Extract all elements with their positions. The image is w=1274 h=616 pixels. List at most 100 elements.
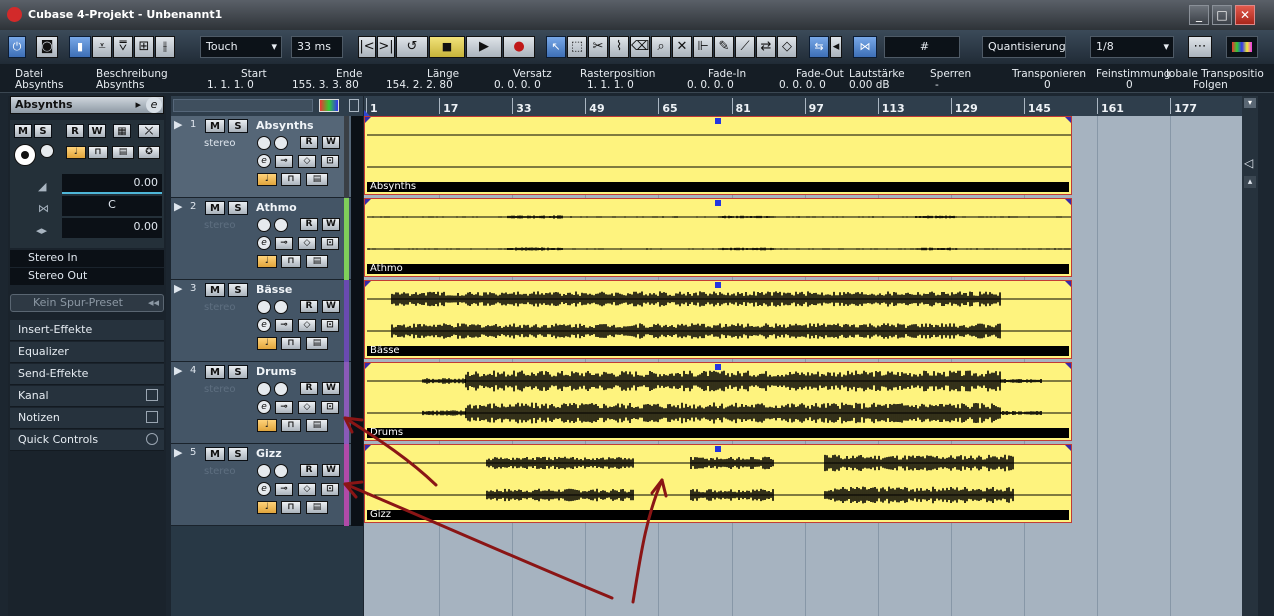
fade-out-handle[interactable] (1065, 199, 1071, 205)
track-name[interactable]: Gizz (256, 447, 282, 460)
track-read-button[interactable]: R (300, 382, 318, 395)
track-solo-button[interactable]: S (228, 365, 248, 379)
section-notes[interactable]: Notizen (10, 408, 164, 429)
info-value[interactable]: 0. 0. 0. 0 (779, 79, 826, 91)
arrange-window[interactable]: Absynths Athmo Bässe Drums Gizz (364, 116, 1242, 616)
record-button[interactable]: ● (503, 36, 535, 58)
latency-field[interactable]: 33 ms (291, 36, 343, 58)
track-write-button[interactable]: W (322, 300, 340, 313)
audio-event[interactable]: Bässe (364, 280, 1072, 359)
track-write-button[interactable]: W (322, 136, 340, 149)
track-color-strip[interactable] (344, 280, 349, 362)
info-value[interactable]: 0. 0. 0. 0 (494, 79, 541, 91)
time-base-button[interactable]: ♩ (66, 146, 86, 159)
stop-button[interactable]: ■ (429, 36, 465, 58)
pool-button[interactable]: ⊞ (134, 36, 154, 58)
fade-out-handle[interactable] (1065, 281, 1071, 287)
section-equalizer[interactable]: Equalizer (10, 342, 164, 363)
track-solo-button[interactable]: S (228, 119, 248, 133)
inspector-write-button[interactable]: W (88, 124, 106, 138)
track-monitor-button[interactable] (274, 300, 288, 314)
track-send-bypass-button[interactable]: ⊡ (321, 483, 339, 496)
info-value[interactable]: 154. 2. 2. 80 (386, 79, 453, 91)
fade-out-handle[interactable] (1065, 445, 1071, 451)
track-lane-button[interactable]: ▤ (306, 501, 328, 514)
track-record-enable-button[interactable] (257, 136, 271, 150)
pan-field[interactable]: C (62, 196, 162, 216)
track-timebase-button[interactable]: ♩ (257, 255, 277, 268)
expand-icon[interactable]: ▶ (174, 446, 182, 459)
track-solo-button[interactable]: S (228, 201, 248, 215)
cycle-button[interactable]: ↺ (396, 36, 428, 58)
track-lane-button[interactable]: ▤ (306, 419, 328, 432)
audio-event[interactable]: Absynths (364, 116, 1072, 195)
track-name[interactable]: Bässe (256, 283, 292, 296)
track-eq-bypass-button[interactable]: ◇ (298, 237, 316, 250)
track-4[interactable]: ▶ 4 M S Drums stereo R W e ⊸ ◇ ⊡ ♩ ⊓ ▤ (171, 362, 363, 444)
info-value[interactable]: Absynths (96, 79, 144, 91)
info-value[interactable]: 0 (1044, 79, 1051, 91)
play-button[interactable]: ▶ (466, 36, 502, 58)
vertical-scrollbar[interactable]: ▾ ◁ ▴ (1242, 96, 1258, 616)
activate-project-button[interactable]: ⏻ (8, 36, 26, 58)
color-tool-button[interactable]: ◇ (777, 36, 797, 58)
glue-tool-button[interactable]: ⌇ (609, 36, 629, 58)
track-lock-button[interactable]: ⊓ (281, 255, 301, 268)
track-write-button[interactable]: W (322, 218, 340, 231)
expand-icon[interactable]: ▶ (174, 200, 182, 213)
volume-handle[interactable] (715, 118, 721, 124)
track-record-enable-button[interactable] (257, 218, 271, 232)
track-record-enable-button[interactable] (257, 464, 271, 478)
snap-zero-crossing-button[interactable]: ⋈ (853, 36, 877, 58)
expand-icon[interactable]: ▶ (174, 364, 182, 377)
info-value[interactable]: 0. 0. 0. 0 (687, 79, 734, 91)
minimize-button[interactable]: _ (1189, 5, 1209, 25)
track-name[interactable]: Drums (256, 365, 296, 378)
track-monitor-button[interactable] (274, 136, 288, 150)
fade-in-handle[interactable] (365, 281, 371, 287)
track-record-enable-button[interactable] (257, 382, 271, 396)
zoom-tool-button[interactable]: ⌕ (651, 36, 671, 58)
audio-event[interactable]: Drums (364, 362, 1072, 441)
section-insert-effects[interactable]: Insert-Effekte (10, 320, 164, 341)
color-palette-button[interactable] (1226, 36, 1258, 58)
track-solo-button[interactable]: S (228, 447, 248, 461)
track-color-toggle-icon[interactable] (319, 99, 339, 112)
track-lock-button[interactable]: ⊓ (281, 173, 301, 186)
delay-field[interactable]: 0.00 (62, 218, 162, 238)
fade-in-handle[interactable] (365, 363, 371, 369)
track-timebase-button[interactable]: ♩ (257, 501, 277, 514)
track-color-strip[interactable] (344, 116, 349, 198)
track-mute-button[interactable]: M (205, 119, 225, 133)
track-insert-bypass-button[interactable]: ⊸ (275, 401, 293, 414)
fade-out-handle[interactable] (1065, 363, 1071, 369)
track-timebase-button[interactable]: ♩ (257, 173, 277, 186)
volume-handle[interactable] (715, 364, 721, 370)
info-value[interactable]: 0.00 dB (849, 79, 890, 91)
fade-in-handle[interactable] (365, 199, 371, 205)
monitor-button[interactable] (40, 144, 54, 158)
inspector-mute-button[interactable]: M (14, 124, 32, 138)
autoscroll-button[interactable]: ⇆ (809, 36, 829, 58)
track-monitor-button[interactable] (274, 464, 288, 478)
fade-in-handle[interactable] (365, 117, 371, 123)
track-monitor-button[interactable] (274, 218, 288, 232)
track-1[interactable]: ▶ 1 M S Absynths stereo R W e ⊸ ◇ ⊡ ♩ ⊓ … (171, 116, 363, 198)
line-tool-button[interactable]: ⟋ (735, 36, 755, 58)
track-send-bypass-button[interactable]: ⊡ (321, 319, 339, 332)
fade-out-handle[interactable] (1065, 117, 1071, 123)
play-tool-button[interactable]: ⇄ (756, 36, 776, 58)
global-track-controls[interactable] (173, 99, 313, 112)
divider-handle[interactable] (349, 99, 359, 112)
track-preset-field[interactable]: Kein Spur-Preset ◂◂ (10, 294, 164, 312)
quantize-type-select[interactable]: Quantisierung (982, 36, 1066, 58)
object-select-tool-button[interactable]: ↖ (546, 36, 566, 58)
track-color-strip[interactable] (344, 362, 349, 444)
track-insert-bypass-button[interactable]: ⊸ (275, 319, 293, 332)
track-lock-button[interactable]: ⊓ (281, 337, 301, 350)
fade-in-handle[interactable] (365, 445, 371, 451)
track-eq-bypass-button[interactable]: ◇ (298, 155, 316, 168)
track-edit-button[interactable]: e (257, 482, 271, 496)
track-name[interactable]: Athmo (256, 201, 297, 214)
track-read-button[interactable]: R (300, 300, 318, 313)
